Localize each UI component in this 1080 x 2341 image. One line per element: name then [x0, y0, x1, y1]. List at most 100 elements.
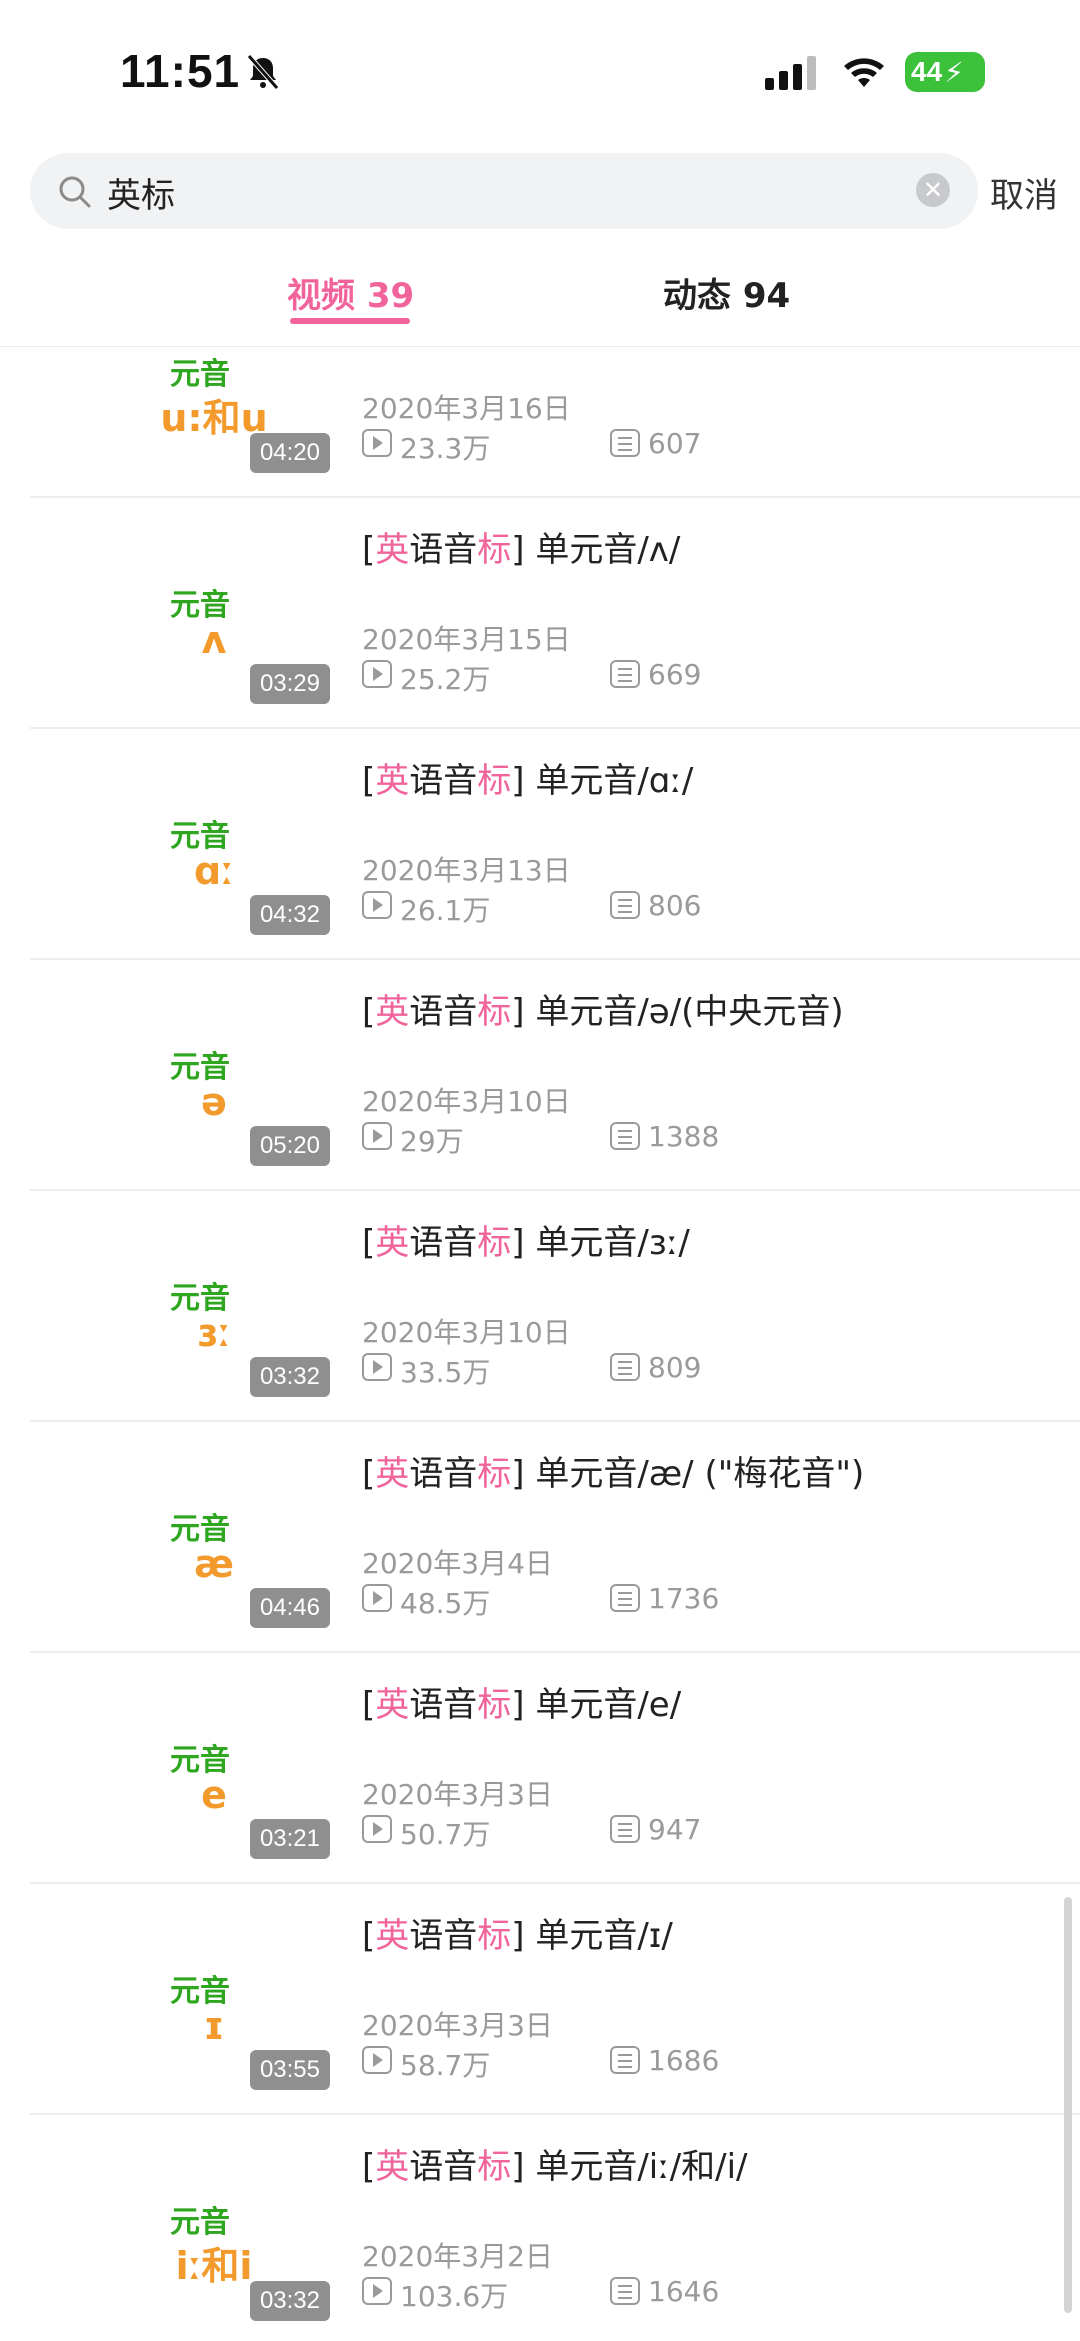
- play-count-icon: [362, 429, 392, 457]
- video-stats: 23.3万 607: [362, 427, 962, 465]
- video-result-item[interactable]: 元音 ɪ 03:55 [英语音标] 单元音/ɪ/ 2020年3月3日 58.7万…: [0, 1884, 1080, 2115]
- video-stats: 103.6万 1646: [362, 2275, 962, 2313]
- video-result-item[interactable]: 元音 iː和i 03:32 [英语音标] 单元音/iː/和/i/ 2020年3月…: [0, 2115, 1080, 2341]
- video-thumbnail[interactable]: 元音 ɑː 04:32: [30, 749, 336, 935]
- comment-count-icon: [610, 891, 640, 919]
- comment-count: 607: [648, 427, 702, 460]
- status-bar: 11:51 44 ⚡: [0, 0, 1080, 140]
- video-title[interactable]: [英语音标] 单元音/iː/和/i/: [362, 2139, 748, 2188]
- video-stats: 29万 1388: [362, 1120, 962, 1158]
- video-stats: 26.1万 806: [362, 889, 962, 927]
- tab-videos[interactable]: 视频 39: [287, 268, 414, 317]
- comment-count-icon: [610, 1815, 640, 1843]
- result-tabs: 视频 39 动态 94: [0, 260, 1080, 347]
- video-date: 2020年3月4日: [362, 1547, 553, 1580]
- view-count: 23.3万: [400, 432, 491, 465]
- comment-count: 1646: [648, 2275, 720, 2308]
- play-count-icon: [362, 891, 392, 919]
- view-count: 103.6万: [400, 2280, 509, 2313]
- video-date: 2020年3月3日: [362, 2009, 553, 2042]
- view-count: 58.7万: [400, 2049, 491, 2082]
- video-duration: 03:32: [249, 2281, 330, 2321]
- clear-search-icon[interactable]: ✕: [916, 173, 950, 207]
- view-count: 48.5万: [400, 1587, 491, 1620]
- comment-count: 947: [648, 1813, 702, 1846]
- video-result-item[interactable]: 元音 u:和u 04:20 2020年3月16日 23.3万 607: [0, 346, 1080, 498]
- wifi-icon: [844, 58, 884, 87]
- video-title[interactable]: [英语音标] 单元音/e/: [362, 1677, 681, 1726]
- video-duration: 03:29: [249, 664, 330, 704]
- comment-count: 1388: [648, 1120, 720, 1153]
- battery-indicator: 44 ⚡: [905, 52, 985, 92]
- comment-count-icon: [610, 2046, 640, 2074]
- video-stats: 50.7万 947: [362, 1813, 962, 1851]
- video-result-list[interactable]: 元音 u:和u 04:20 2020年3月16日 23.3万 607 元音 ʌ …: [0, 346, 1080, 2341]
- comment-count-icon: [610, 660, 640, 688]
- video-thumbnail[interactable]: 元音 iː和i 03:32: [30, 2135, 336, 2321]
- thumbnail-phoneme: ɪ: [203, 2004, 225, 2048]
- search-input[interactable]: [105, 165, 909, 219]
- video-thumbnail[interactable]: 元音 ə 05:20: [30, 980, 336, 1166]
- view-count: 33.5万: [400, 1356, 491, 1389]
- video-thumbnail[interactable]: 元音 ʌ 03:29: [30, 518, 336, 704]
- video-title[interactable]: [英语音标] 单元音/ʌ/: [362, 522, 680, 571]
- video-thumbnail[interactable]: 元音 ɪ 03:55: [30, 1904, 336, 2090]
- play-count-icon: [362, 1584, 392, 1612]
- video-duration: 05:20: [249, 1126, 330, 1166]
- video-title[interactable]: [英语音标] 单元音/ɑː/: [362, 753, 693, 802]
- video-thumbnail[interactable]: 元音 ɜː 03:32: [30, 1211, 336, 1397]
- video-stats: 33.5万 809: [362, 1351, 962, 1389]
- comment-count-icon: [610, 1122, 640, 1150]
- video-duration: 03:32: [249, 1357, 330, 1397]
- play-count-icon: [362, 660, 392, 688]
- video-date: 2020年3月13日: [362, 854, 571, 887]
- video-title[interactable]: [英语音标] 单元音/ə/(中央元音): [362, 984, 844, 1033]
- video-title[interactable]: [英语音标] 单元音/æ/ ("梅花音"): [362, 1446, 864, 1495]
- video-result-item[interactable]: 元音 ɜː 03:32 [英语音标] 单元音/ɜː/ 2020年3月10日 33…: [0, 1191, 1080, 1422]
- video-title[interactable]: [英语音标] 单元音/ɜː/: [362, 1215, 690, 1264]
- comment-count-icon: [610, 1353, 640, 1381]
- tab-posts[interactable]: 动态 94: [663, 268, 790, 317]
- video-thumbnail[interactable]: 元音 e 03:21: [30, 1673, 336, 1859]
- comment-count: 806: [648, 889, 702, 922]
- cancel-button[interactable]: 取消: [990, 168, 1058, 217]
- muted-bell-icon: [247, 54, 279, 90]
- video-thumbnail[interactable]: 元音 æ 04:46: [30, 1442, 336, 1628]
- video-result-item[interactable]: 元音 e 03:21 [英语音标] 单元音/e/ 2020年3月3日 50.7万…: [0, 1653, 1080, 1884]
- cellular-signal-icon: [765, 56, 816, 90]
- video-duration: 03:55: [249, 2050, 330, 2090]
- video-duration: 04:20: [249, 433, 330, 473]
- video-result-item[interactable]: 元音 ɑː 04:32 [英语音标] 单元音/ɑː/ 2020年3月13日 26…: [0, 729, 1080, 960]
- comment-count-icon: [610, 429, 640, 457]
- video-date: 2020年3月10日: [362, 1316, 571, 1349]
- thumbnail-phoneme: ɑː: [193, 849, 234, 893]
- video-result-item[interactable]: 元音 ə 05:20 [英语音标] 单元音/ə/(中央元音) 2020年3月10…: [0, 960, 1080, 1191]
- comment-count: 1736: [648, 1582, 720, 1615]
- video-result-item[interactable]: 元音 ʌ 03:29 [英语音标] 单元音/ʌ/ 2020年3月15日 25.2…: [0, 498, 1080, 729]
- video-duration: 04:46: [249, 1588, 330, 1628]
- play-count-icon: [362, 1353, 392, 1381]
- video-date: 2020年3月16日: [362, 392, 571, 425]
- charging-bolt-icon: ⚡: [944, 56, 964, 88]
- play-count-icon: [362, 1815, 392, 1843]
- view-count: 29万: [400, 1125, 464, 1158]
- video-thumbnail[interactable]: 元音 u:和u 04:20: [30, 346, 336, 473]
- video-duration: 04:32: [249, 895, 330, 935]
- search-bar[interactable]: ✕: [30, 153, 978, 229]
- thumbnail-phoneme: ə: [201, 1080, 227, 1124]
- video-stats: 25.2万 669: [362, 658, 962, 696]
- comment-count: 669: [648, 658, 702, 691]
- video-date: 2020年3月15日: [362, 623, 571, 656]
- video-duration: 03:21: [249, 1819, 330, 1859]
- play-count-icon: [362, 2046, 392, 2074]
- video-title[interactable]: [英语音标] 单元音/ɪ/: [362, 1908, 673, 1957]
- view-count: 26.1万: [400, 894, 491, 927]
- thumbnail-phoneme: e: [201, 1773, 227, 1817]
- scrollbar[interactable]: [1064, 1897, 1072, 2313]
- play-count-icon: [362, 1122, 392, 1150]
- comment-count: 809: [648, 1351, 702, 1384]
- thumbnail-phoneme: ɜː: [197, 1311, 231, 1355]
- play-count-icon: [362, 2277, 392, 2305]
- video-result-item[interactable]: 元音 æ 04:46 [英语音标] 单元音/æ/ ("梅花音") 2020年3月…: [0, 1422, 1080, 1653]
- video-stats: 48.5万 1736: [362, 1582, 962, 1620]
